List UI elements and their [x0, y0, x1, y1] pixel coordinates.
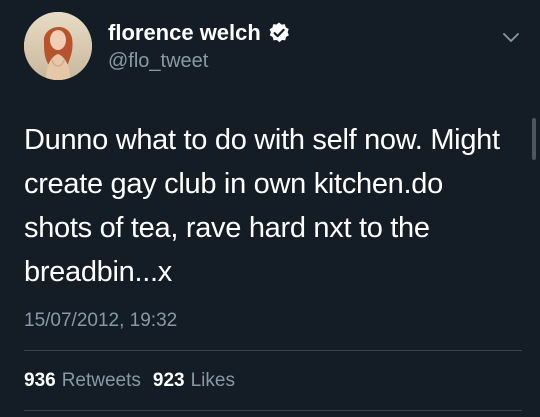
avatar[interactable]: [24, 12, 92, 80]
display-name[interactable]: florence welch: [108, 20, 261, 46]
tweet-stats: 936 Retweets 923 Likes: [24, 370, 235, 392]
retweets-label: Retweets: [61, 370, 141, 391]
chevron-down-icon[interactable]: [498, 24, 524, 50]
tweet-text-line: Dunno what to do with self now. Might: [24, 124, 500, 156]
tweet-card: florence welch @flo_tweet Dunno what to …: [0, 0, 540, 417]
profile-photo-icon: [24, 12, 92, 80]
tweet-text-line: breadbin...x: [24, 256, 172, 288]
divider: [24, 350, 522, 351]
scrollbar[interactable]: [532, 118, 536, 160]
retweets-stat[interactable]: 936 Retweets: [24, 370, 141, 392]
retweets-count: 936: [24, 370, 56, 391]
tweet-text: Dunno what to do with self now. Might cr…: [24, 118, 529, 294]
likes-count: 923: [152, 370, 185, 391]
divider: [24, 410, 522, 411]
tweet-text-line: shots of tea, rave hard nxt to the: [24, 212, 430, 244]
tweet-timestamp[interactable]: 15/07/2012, 19:32: [24, 310, 177, 332]
likes-label: Likes: [190, 370, 235, 391]
tweet-text-line: create gay club in own kitchen.do: [24, 168, 443, 200]
user-handle[interactable]: @flo_tweet: [108, 50, 208, 73]
likes-stat[interactable]: 923 Likes: [153, 370, 235, 392]
name-row: florence welch: [108, 18, 291, 48]
verified-badge-icon: [267, 21, 291, 45]
